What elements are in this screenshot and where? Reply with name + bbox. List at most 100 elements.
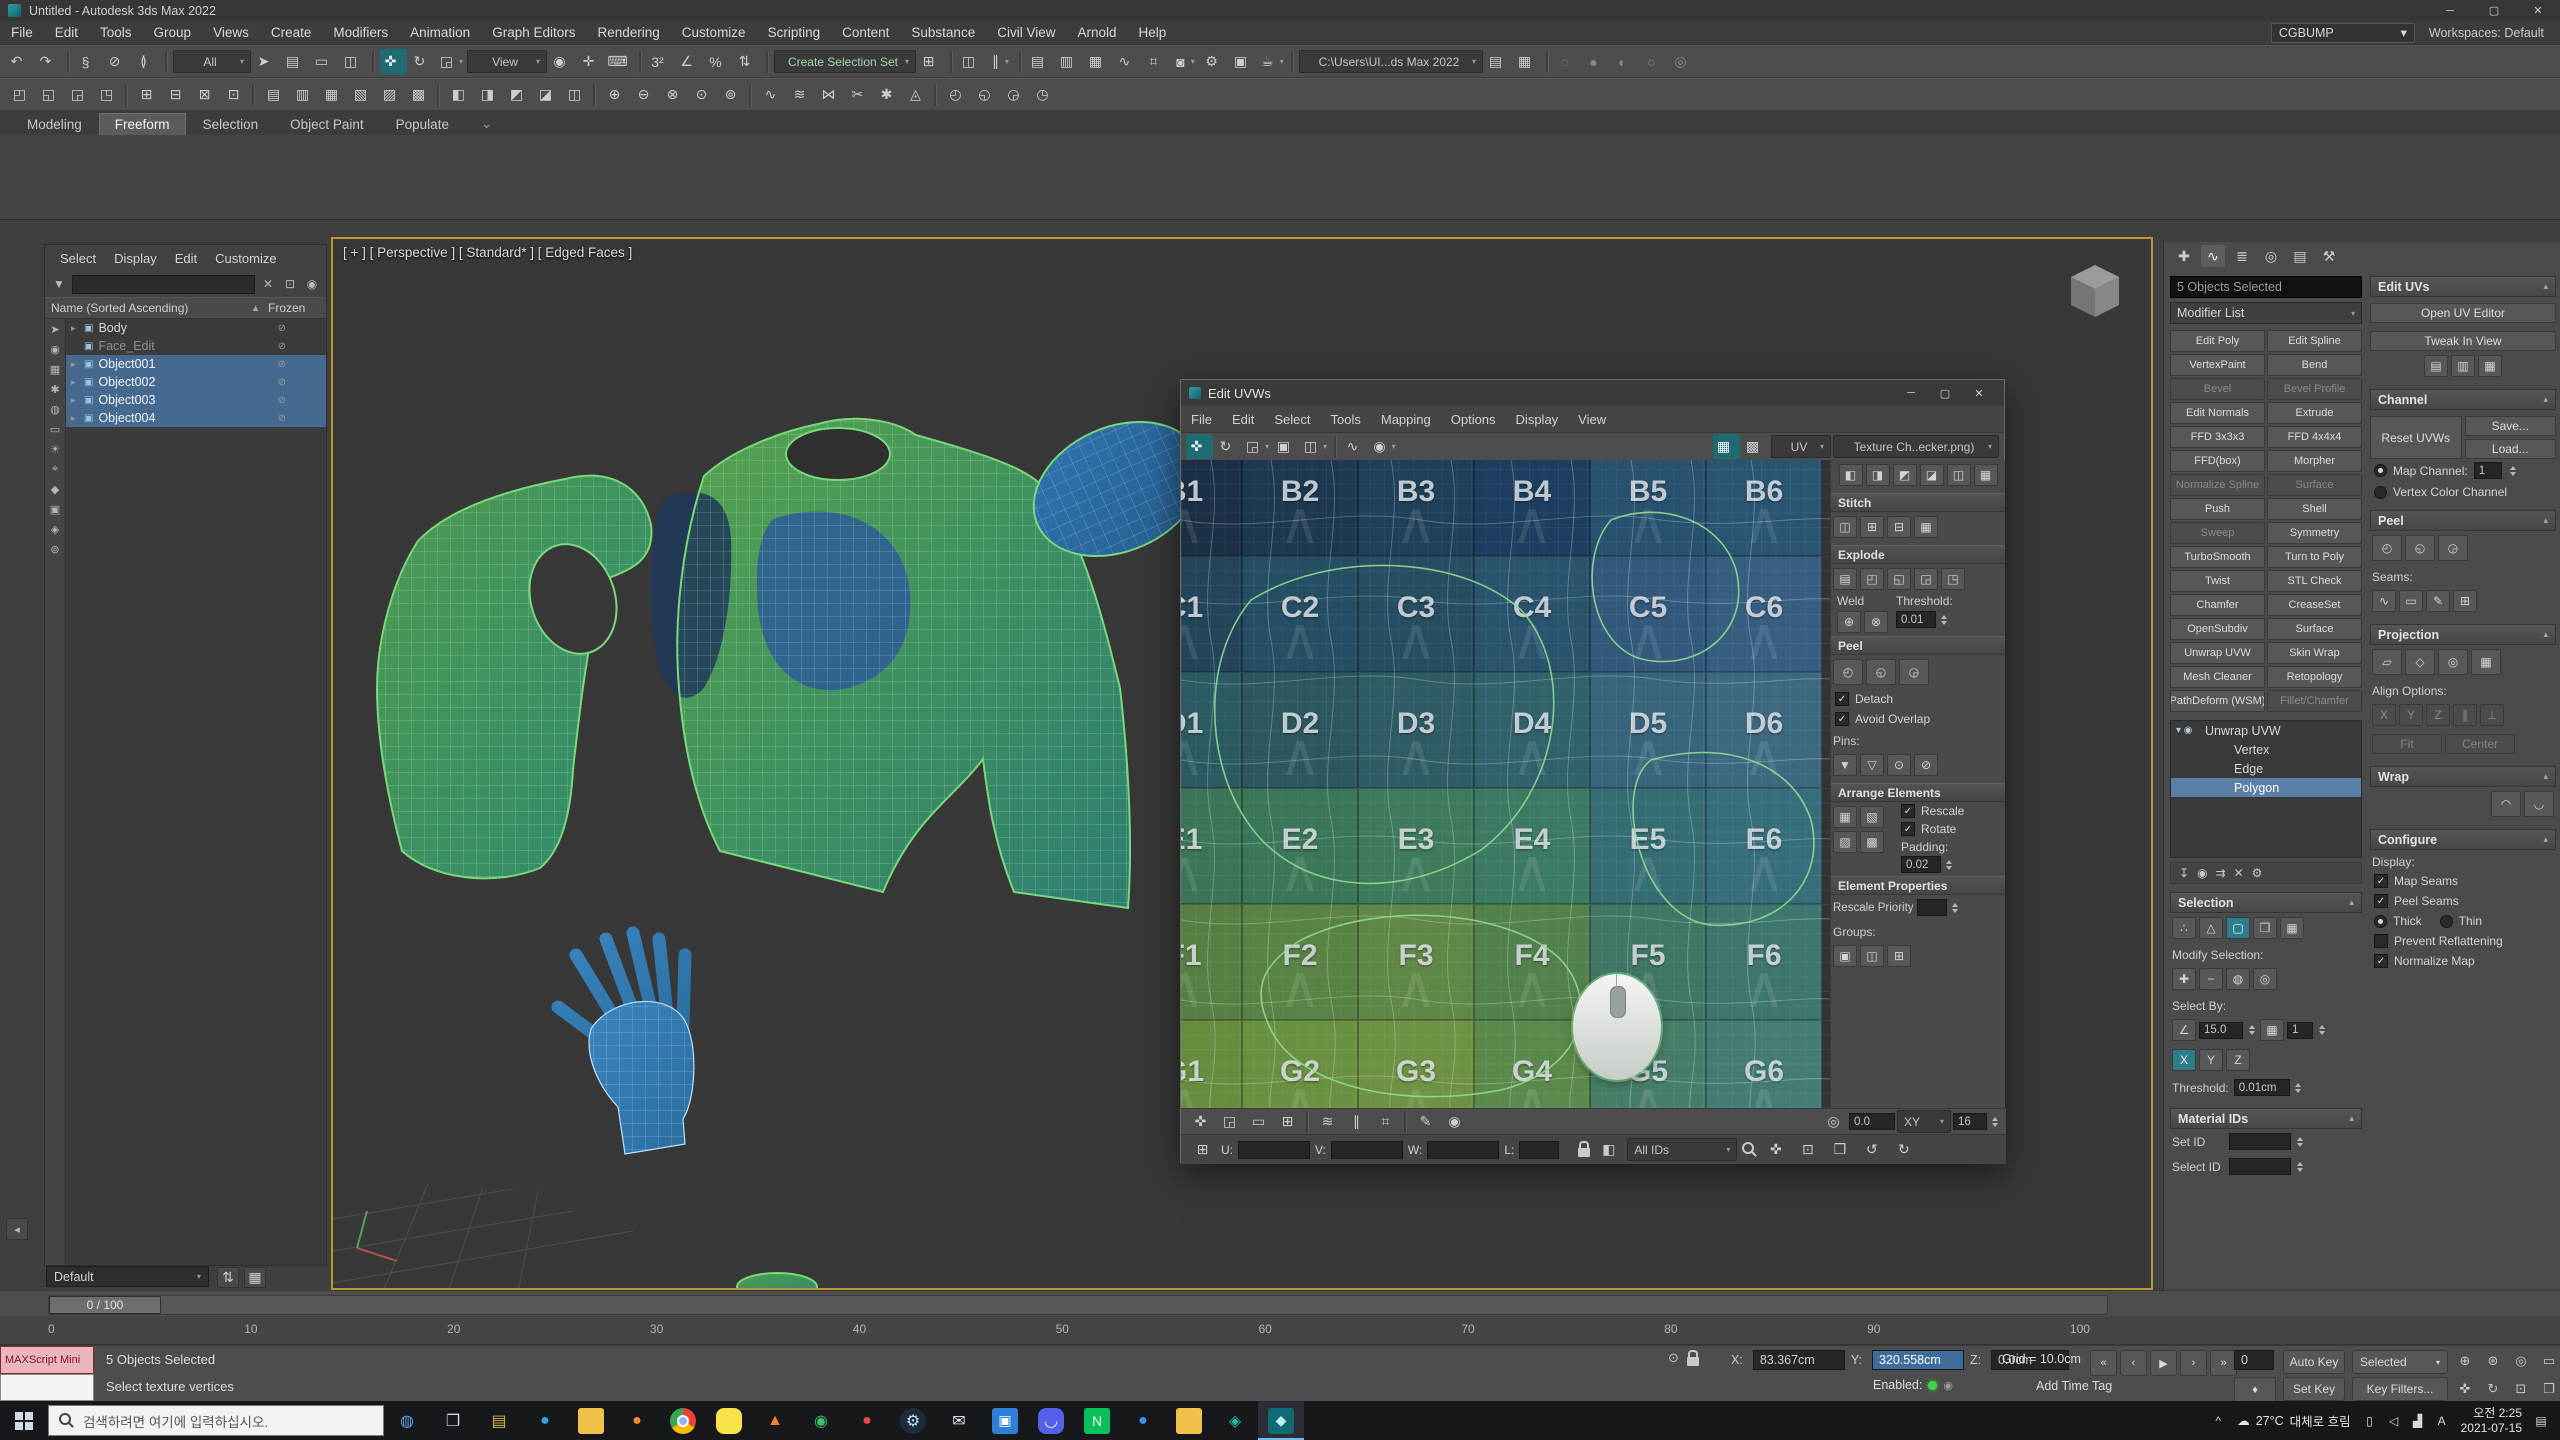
modifier-button[interactable]: Sweep [2170, 522, 2265, 544]
weld-icon[interactable]: ⊗ [1864, 611, 1888, 633]
taskbar-app-whale[interactable]: ● [1120, 1401, 1166, 1440]
macro-toolbar-icon[interactable]: ◷ [1029, 82, 1056, 107]
macro-toolbar-icon[interactable]: ◧ [445, 82, 472, 107]
align-axis-button[interactable]: ⊥ [2480, 704, 2504, 726]
w-field[interactable] [1427, 1141, 1499, 1159]
expand-arrow-icon[interactable]: ▸ [71, 359, 79, 370]
enabled-indicator-led[interactable] [1928, 1381, 1937, 1390]
edit-uvws-menu-item[interactable]: Tools [1321, 412, 1371, 427]
uv-zoom-icon[interactable] [1742, 1142, 1757, 1157]
spinner-snap-icon[interactable]: ⇅ [734, 49, 761, 74]
macro-toolbar-icon[interactable]: ▧ [347, 82, 374, 107]
modifier-stack-row[interactable]: Edge [2171, 759, 2361, 778]
macro-toolbar-icon[interactable]: ⊖ [630, 82, 657, 107]
modifier-button[interactable]: Chamfer [2170, 594, 2265, 616]
named-selection-sets-field[interactable]: Create Selection Set▾ [774, 50, 916, 73]
menu-item[interactable]: Graph Editors [481, 25, 586, 40]
axis-toggle-button[interactable]: Y [2199, 1049, 2223, 1071]
ribbon-tab[interactable]: Selection [188, 114, 274, 135]
arrange-elements-section-header[interactable]: Arrange Elements [1831, 783, 2005, 802]
sep[interactable] [1546, 51, 1549, 73]
uv-align-icon[interactable]: ◫ [1947, 464, 1971, 486]
avoid-overlap-checkbox[interactable] [1835, 712, 1849, 726]
sep[interactable] [1404, 1111, 1407, 1133]
expand-arrow-icon[interactable]: ▸ [71, 395, 79, 406]
select-and-scale-icon[interactable]: ◲▾ [438, 49, 465, 74]
peel-tool-icon[interactable]: ◵ [1866, 659, 1896, 685]
macro-toolbar-icon[interactable]: ▤ [260, 82, 287, 107]
uv-mirror-tool[interactable]: ◫▾ [1302, 434, 1329, 459]
layout-icon-5[interactable]: ◎ [1670, 49, 1697, 74]
uv-lock-icon[interactable] [1578, 1148, 1590, 1157]
action-center-icon[interactable]: ▤ [2532, 1414, 2550, 1428]
sep[interactable] [639, 51, 642, 73]
sep[interactable] [766, 51, 769, 73]
zoom-extents-icon[interactable]: ◎ [2508, 1348, 2534, 1374]
edit-uvws-menu-item[interactable]: File [1181, 412, 1222, 427]
dialog-minimize-button[interactable]: ─ [1894, 381, 1928, 405]
stitch-icon[interactable]: ◫ [1833, 516, 1857, 538]
set-key-button[interactable]: Set Key [2283, 1377, 2345, 1401]
explode-icon[interactable]: ◰ [1860, 568, 1884, 590]
planar-angle-toggle-icon[interactable]: ∠ [2172, 1019, 2196, 1041]
explorer-filter-icon[interactable]: ✱ [50, 383, 59, 396]
rotate-checkbox[interactable] [1901, 822, 1915, 836]
pelt-map-icon[interactable]: ◶ [2438, 535, 2468, 561]
show-end-result-icon[interactable]: ◉ [2197, 866, 2207, 880]
asset-tracking-icon[interactable]: ▤ [1485, 49, 1512, 74]
key-filters-button[interactable]: Key Filters... [2352, 1377, 2448, 1401]
macro-toolbar-icon[interactable]: ◪ [532, 82, 559, 107]
macro-toolbar-icon[interactable]: ◱ [35, 82, 62, 107]
edit-seams-icon[interactable]: ∿ [2372, 590, 2396, 612]
viewport-label[interactable]: [ + ] [ Perspective ] [ Standard* ] [ Ed… [343, 245, 632, 260]
maxscript-macro-recorder[interactable]: MAXScript Mini [0, 1346, 94, 1374]
pin-icon[interactable]: ▼ [1833, 754, 1857, 776]
unlink-selection-icon[interactable]: ⊘ [104, 49, 131, 74]
select-by-name-icon[interactable]: ▤ [282, 49, 309, 74]
minimize-button[interactable]: ─ [2428, 0, 2472, 21]
l-field[interactable] [1519, 1141, 1559, 1159]
undo-icon[interactable]: ↶ [6, 49, 33, 74]
modifier-button[interactable]: Mesh Cleaner [2170, 666, 2265, 688]
macro-toolbar-icon[interactable]: ⊚ [717, 82, 744, 107]
loop-selection-icon[interactable]: ◍ [2226, 968, 2250, 990]
peel-tool-icon[interactable]: ◶ [1899, 659, 1929, 685]
taskbar-task-view-icon[interactable]: ❐ [430, 1401, 476, 1440]
uv-sub-move-icon[interactable]: ✜ [1187, 1109, 1214, 1134]
menu-item[interactable]: File [0, 25, 44, 40]
toggle-scene-explorer-icon[interactable]: ▤ [1027, 49, 1054, 74]
uv-rotate-angle-field[interactable]: 0.0 [1849, 1113, 1895, 1130]
modifier-button[interactable]: Normalize Spline [2170, 474, 2265, 496]
scene-object-row[interactable]: ▣ Face_Edit [66, 337, 326, 355]
keyboard-override-icon[interactable]: ⌨ [607, 49, 634, 74]
macro-toolbar-icon[interactable]: ◫ [561, 82, 588, 107]
preset-icon[interactable]: ▦ [244, 1267, 266, 1288]
modifier-stack-row[interactable]: ▾ ◉ Unwrap UVW [2171, 721, 2361, 740]
taskbar-app-chrome[interactable] [660, 1401, 706, 1440]
sep[interactable] [1334, 436, 1337, 458]
ribbon-tab[interactable]: Freeform [99, 113, 186, 135]
uv-paint-select-icon[interactable]: ✎ [1412, 1109, 1439, 1134]
v-field[interactable] [1331, 1141, 1403, 1159]
dialog-maximize-button[interactable]: ▢ [1928, 381, 1962, 405]
scene-object-row[interactable]: ▸ ▣ Object001 [66, 355, 326, 373]
open-script-icon[interactable]: ▦ [1514, 49, 1541, 74]
tray-volume-icon[interactable]: ◁ [2385, 1414, 2403, 1428]
taskbar-app-folder[interactable] [1166, 1401, 1212, 1440]
frozen-toggle-icon[interactable] [278, 359, 286, 370]
hierarchy-tab-icon[interactable]: ≣ [2230, 245, 2254, 267]
tweak-in-view-button[interactable]: Tweak In View [2370, 331, 2556, 351]
macro-toolbar-icon[interactable]: ▨ [376, 82, 403, 107]
edit-uvws-menu-item[interactable]: Display [1506, 412, 1569, 427]
taskbar-app-hancom[interactable]: ◈ [1212, 1401, 1258, 1440]
explorer-filter-icon[interactable]: ◆ [51, 483, 59, 496]
menu-item[interactable]: Edit [44, 25, 89, 40]
scene-explorer-menu-item[interactable]: Display [105, 251, 166, 266]
macro-toolbar-icon[interactable]: ⋈ [815, 82, 842, 107]
close-button[interactable]: ✕ [2516, 0, 2560, 21]
thin-radio[interactable] [2440, 915, 2453, 928]
prevent-reflattening-checkbox[interactable] [2374, 934, 2388, 948]
modifier-button[interactable]: Edit Poly [2170, 330, 2265, 352]
weather-widget[interactable]: ☁ 27°C 대체로 흐림 [2237, 1411, 2350, 1430]
modifier-button[interactable]: OpenSubdiv [2170, 618, 2265, 640]
